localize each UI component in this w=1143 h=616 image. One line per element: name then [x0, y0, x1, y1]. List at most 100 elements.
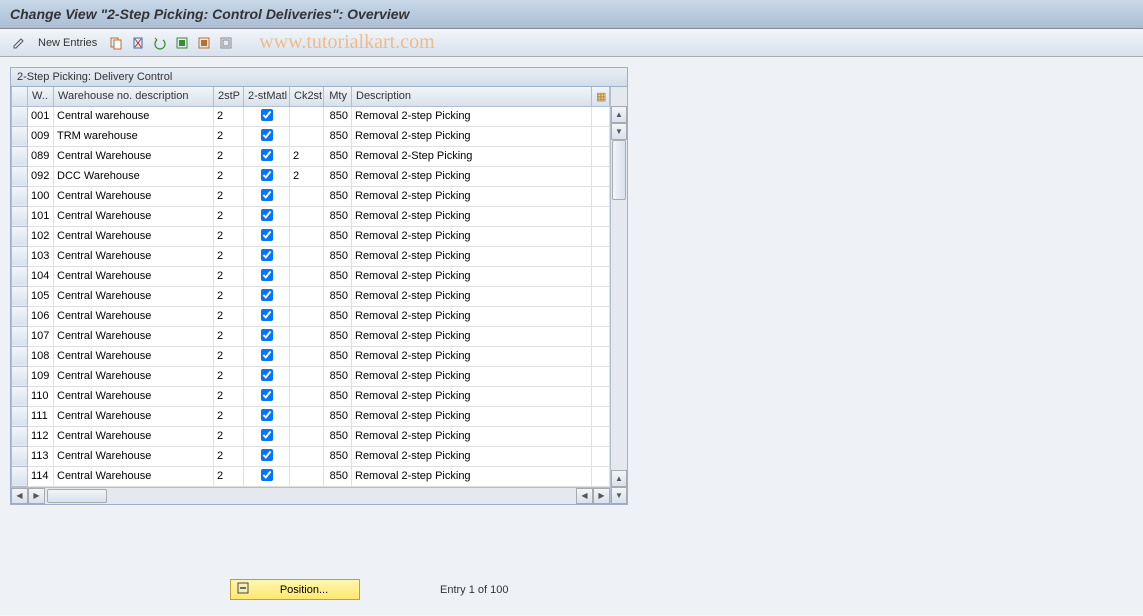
col-header-mty[interactable]: Mty [324, 87, 352, 106]
cell-mty[interactable]: 850 [324, 286, 352, 306]
cell-mdesc[interactable]: Removal 2-step Picking [352, 406, 592, 426]
cell-warehouse-desc[interactable]: Central Warehouse [54, 406, 214, 426]
cell-ck2st[interactable] [290, 226, 324, 246]
row-selector[interactable] [12, 386, 28, 406]
cell-2stp[interactable]: 2 [214, 446, 244, 466]
cell-warehouse-no[interactable]: 101 [28, 206, 54, 226]
cell-warehouse-no[interactable]: 112 [28, 426, 54, 446]
cell-2stp[interactable]: 2 [214, 466, 244, 486]
cell-2stmatl[interactable] [244, 286, 290, 306]
cell-mdesc[interactable]: Removal 2-step Picking [352, 246, 592, 266]
cell-warehouse-no[interactable]: 009 [28, 126, 54, 146]
cell-2stmatl[interactable] [244, 146, 290, 166]
cell-warehouse-desc[interactable]: Central Warehouse [54, 246, 214, 266]
row-selector[interactable] [12, 186, 28, 206]
cell-warehouse-no[interactable]: 104 [28, 266, 54, 286]
matl-checkbox[interactable] [261, 429, 273, 441]
cell-ck2st[interactable] [290, 346, 324, 366]
cell-warehouse-desc[interactable]: DCC Warehouse [54, 166, 214, 186]
cell-mty[interactable]: 850 [324, 126, 352, 146]
cell-2stmatl[interactable] [244, 126, 290, 146]
row-selector[interactable] [12, 246, 28, 266]
matl-checkbox[interactable] [261, 269, 273, 281]
table-row[interactable]: 112Central Warehouse2850Removal 2-step P… [12, 426, 610, 446]
row-selector[interactable] [12, 226, 28, 246]
new-entries-button[interactable]: New Entries [32, 37, 103, 49]
cell-warehouse-desc[interactable]: Central Warehouse [54, 226, 214, 246]
cell-mty[interactable]: 850 [324, 246, 352, 266]
cell-ck2st[interactable] [290, 446, 324, 466]
table-row[interactable]: 101Central Warehouse2850Removal 2-step P… [12, 206, 610, 226]
cell-mty[interactable]: 850 [324, 366, 352, 386]
vscroll-up-icon[interactable]: ▲ [611, 106, 627, 123]
row-selector[interactable] [12, 106, 28, 126]
cell-ck2st[interactable] [290, 286, 324, 306]
cell-2stmatl[interactable] [244, 326, 290, 346]
col-header-w[interactable]: W.. [28, 87, 54, 106]
col-header-mdesc[interactable]: Description [352, 87, 592, 106]
table-row[interactable]: 100Central Warehouse2850Removal 2-step P… [12, 186, 610, 206]
cell-ck2st[interactable]: 2 [290, 166, 324, 186]
matl-checkbox[interactable] [261, 329, 273, 341]
cell-mty[interactable]: 850 [324, 166, 352, 186]
row-selector[interactable] [12, 346, 28, 366]
cell-ck2st[interactable] [290, 466, 324, 486]
cell-ck2st[interactable] [290, 246, 324, 266]
cell-2stmatl[interactable] [244, 426, 290, 446]
cell-2stp[interactable]: 2 [214, 206, 244, 226]
cell-mdesc[interactable]: Removal 2-step Picking [352, 106, 592, 126]
vscroll-thumb[interactable] [612, 140, 626, 200]
vertical-scrollbar[interactable]: ▲ ▼ ▲ ▼ [610, 87, 627, 504]
cell-warehouse-desc[interactable]: Central Warehouse [54, 146, 214, 166]
table-row[interactable]: 107Central Warehouse2 850Removal 2-step P… [12, 326, 610, 346]
hscroll-track[interactable] [45, 488, 576, 504]
cell-2stmatl[interactable] [244, 246, 290, 266]
cell-2stp[interactable]: 2 [214, 226, 244, 246]
table-row[interactable]: 108Central Warehouse2850Removal 2-step P… [12, 346, 610, 366]
cell-2stp[interactable]: 2 [214, 386, 244, 406]
cell-mty[interactable]: 850 [324, 386, 352, 406]
cell-2stp[interactable]: 2 [214, 146, 244, 166]
table-row[interactable]: 110Central Warehouse2850Removal 2-step P… [12, 386, 610, 406]
cell-mty[interactable]: 850 [324, 106, 352, 126]
cell-ck2st[interactable] [290, 306, 324, 326]
cell-mdesc[interactable]: Removal 2-step Picking [352, 446, 592, 466]
cell-mty[interactable]: 850 [324, 446, 352, 466]
cell-warehouse-no[interactable]: 111 [28, 406, 54, 426]
cell-ck2st[interactable]: 2 [290, 146, 324, 166]
cell-2stmatl[interactable] [244, 366, 290, 386]
matl-checkbox[interactable] [261, 189, 273, 201]
cell-2stp[interactable]: 2 [214, 326, 244, 346]
cell-2stmatl[interactable] [244, 406, 290, 426]
cell-warehouse-desc[interactable]: Central Warehouse [54, 326, 214, 346]
matl-checkbox[interactable] [261, 409, 273, 421]
table-row[interactable]: 001Central warehouse2850Removal 2-step P… [12, 106, 610, 126]
cell-2stmatl[interactable] [244, 166, 290, 186]
row-selector[interactable] [12, 406, 28, 426]
hscroll-right2-icon[interactable]: ▶ [593, 488, 610, 504]
cell-mty[interactable]: 850 [324, 466, 352, 486]
cell-2stmatl[interactable] [244, 266, 290, 286]
cell-2stp[interactable]: 2 [214, 346, 244, 366]
cell-warehouse-no[interactable]: 107 [28, 326, 54, 346]
cell-warehouse-desc[interactable]: Central warehouse [54, 106, 214, 126]
cell-2stp[interactable]: 2 [214, 126, 244, 146]
cell-mdesc[interactable]: Removal 2-step Picking [352, 326, 592, 346]
table-row[interactable]: 113Central Warehouse2850Removal 2-step P… [12, 446, 610, 466]
cell-mty[interactable]: 850 [324, 326, 352, 346]
cell-ck2st[interactable] [290, 266, 324, 286]
cell-mty[interactable]: 850 [324, 206, 352, 226]
vscroll-down2-icon[interactable]: ▼ [611, 487, 627, 504]
col-header-desc[interactable]: Warehouse no. description [54, 87, 214, 106]
cell-mty[interactable]: 850 [324, 346, 352, 366]
cell-2stmatl[interactable] [244, 106, 290, 126]
cell-2stmatl[interactable] [244, 466, 290, 486]
cell-mdesc[interactable]: Removal 2-Step Picking [352, 146, 592, 166]
matl-checkbox[interactable] [261, 249, 273, 261]
cell-mdesc[interactable]: Removal 2-step Picking [352, 306, 592, 326]
cell-mdesc[interactable]: Removal 2-step Picking [352, 386, 592, 406]
cell-2stmatl[interactable] [244, 346, 290, 366]
cell-warehouse-no[interactable]: 102 [28, 226, 54, 246]
cell-2stmatl[interactable] [244, 206, 290, 226]
cell-2stp[interactable]: 2 [214, 286, 244, 306]
